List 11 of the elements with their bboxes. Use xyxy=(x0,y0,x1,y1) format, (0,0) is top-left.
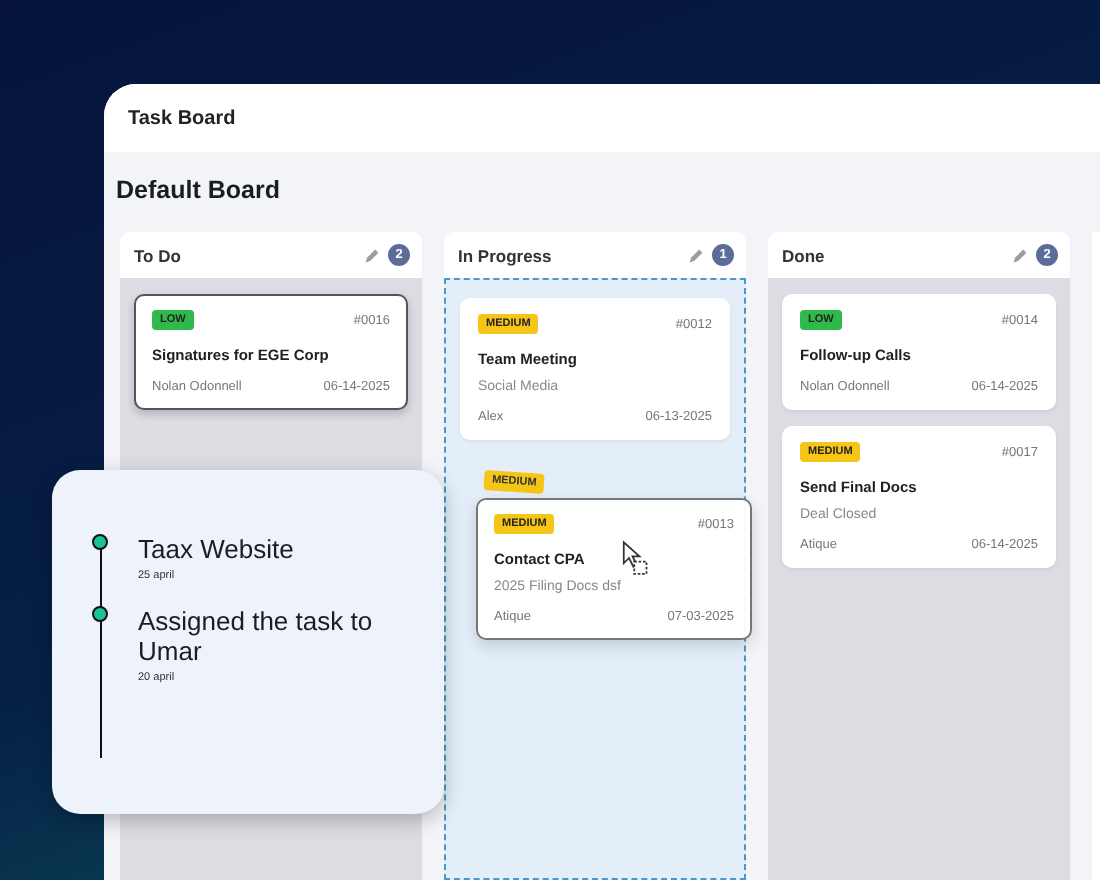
pencil-icon[interactable] xyxy=(364,247,380,263)
column-title: To Do xyxy=(134,245,183,265)
timeline-title: Assigned the task to Umar xyxy=(138,605,374,668)
pencil-icon[interactable] xyxy=(688,247,704,263)
pencil-icon[interactable] xyxy=(1012,247,1028,263)
cursor-icon xyxy=(622,540,650,576)
board-title: Default Board xyxy=(116,176,282,204)
column-title: Done xyxy=(782,245,827,265)
column-title: In Progress xyxy=(458,245,554,265)
window-title: Task Board xyxy=(128,107,236,129)
timeline-title: Taax Website xyxy=(138,534,296,566)
